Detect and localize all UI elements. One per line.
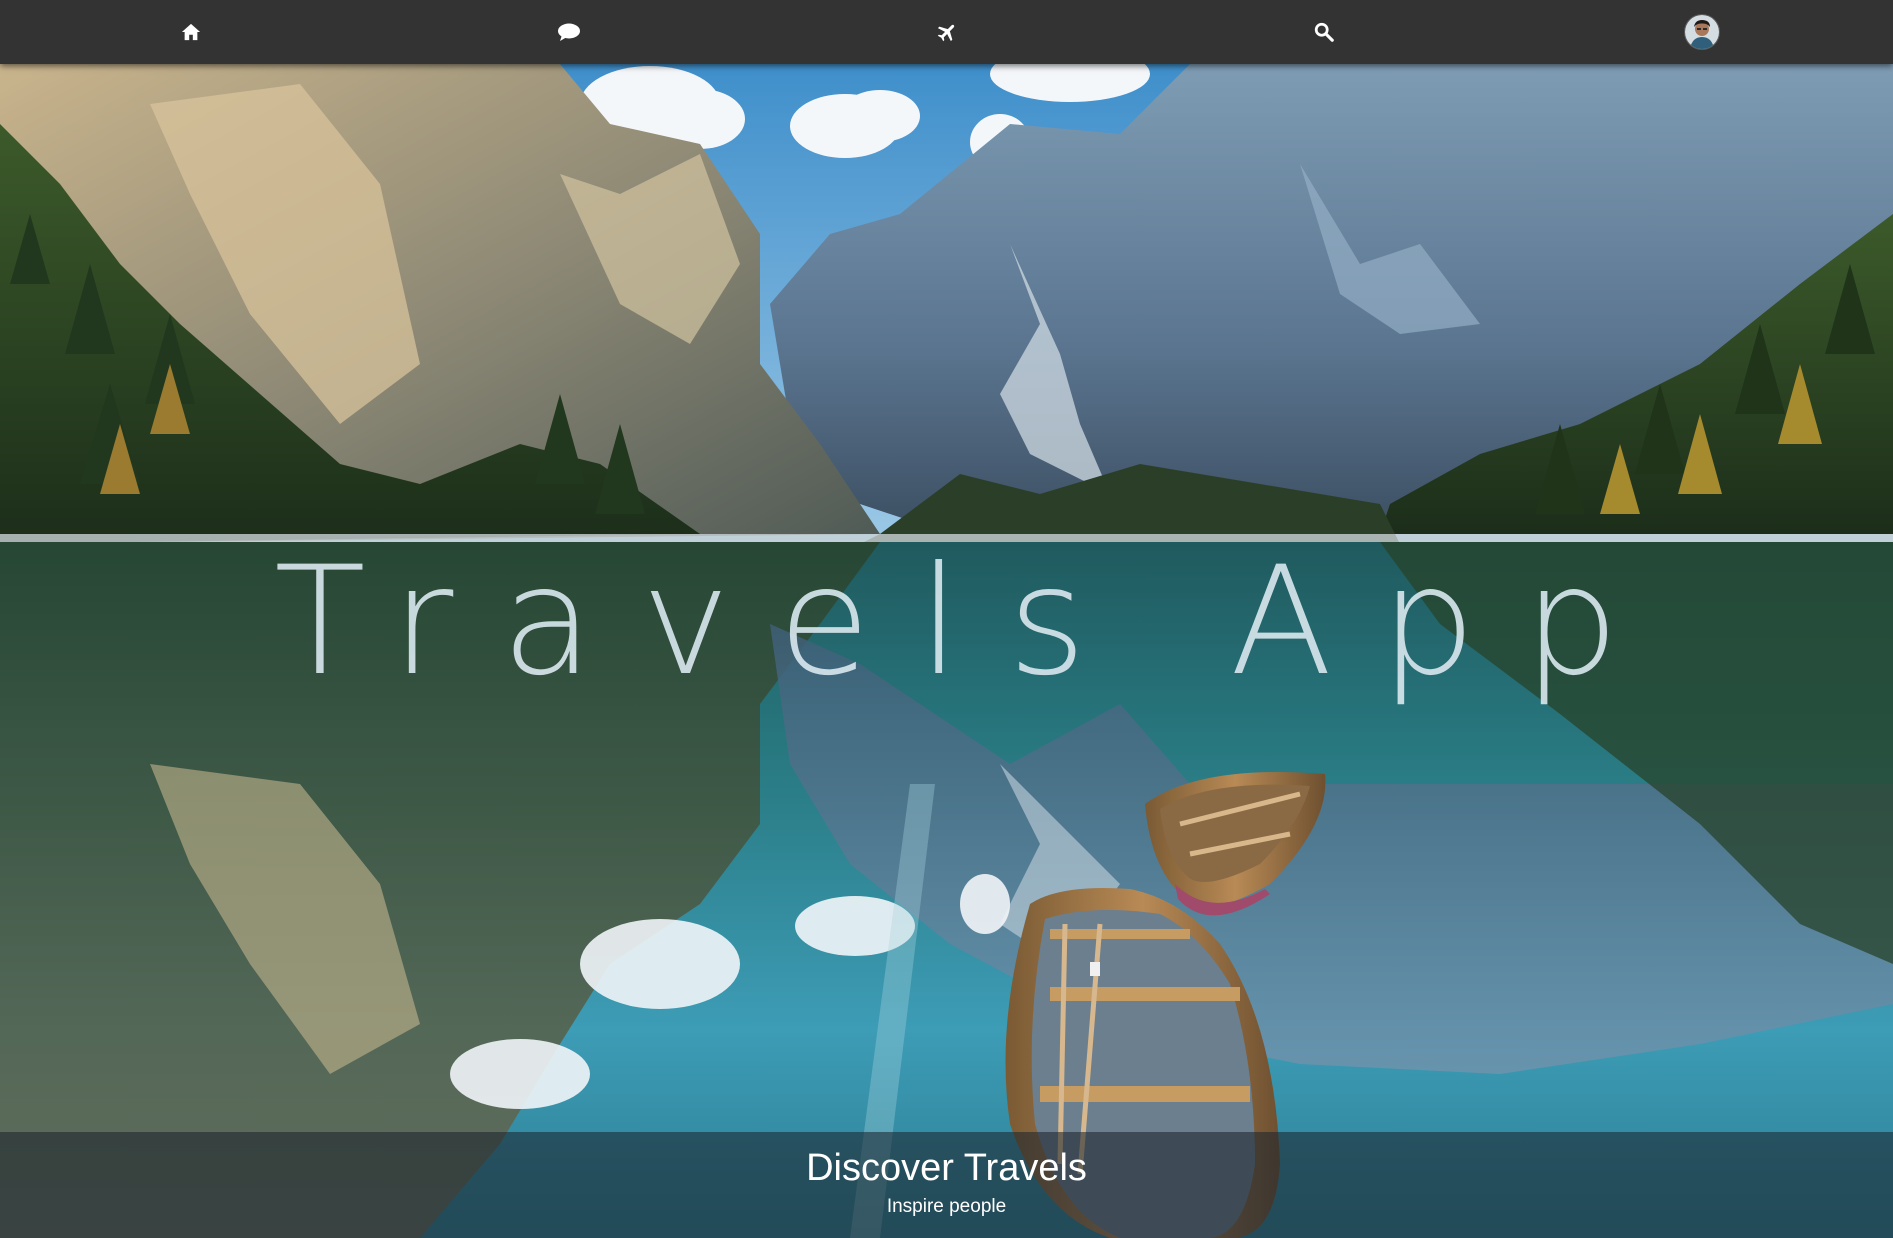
search-icon — [1313, 21, 1335, 43]
avatar — [1684, 14, 1720, 50]
caption-bar: Discover Travels Inspire people — [0, 1132, 1893, 1238]
hero-section: Travels App Discover Travels Inspire peo… — [0, 64, 1893, 1238]
nav-flights-button[interactable] — [917, 0, 977, 64]
nav-chat-button[interactable] — [539, 0, 599, 64]
caption-subtitle: Inspire people — [886, 1196, 1007, 1217]
app-root: Travels App Discover Travels Inspire peo… — [0, 0, 1893, 1238]
top-nav-bar — [0, 0, 1893, 64]
home-icon — [180, 22, 202, 42]
nav-profile-button[interactable] — [1672, 0, 1732, 64]
caption-title: Discover Travels — [806, 1147, 1087, 1189]
airplane-icon — [936, 21, 958, 43]
chat-bubble-icon — [557, 22, 581, 42]
hero-title: Travels App — [274, 535, 1667, 709]
nav-home-button[interactable] — [161, 0, 221, 64]
nav-search-button[interactable] — [1294, 0, 1354, 64]
